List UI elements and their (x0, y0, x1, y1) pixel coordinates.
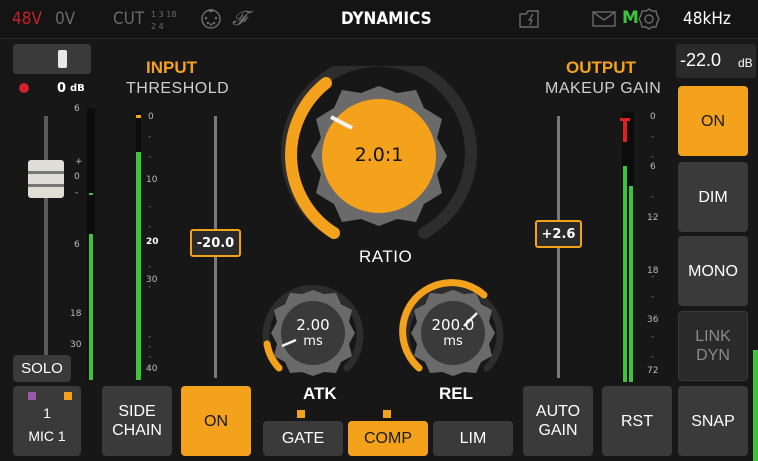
input-subtitle: THRESHOLD (126, 80, 230, 97)
fader-scale-18: 18 (70, 309, 82, 319)
sample-rate: 48kHz (683, 9, 731, 29)
clip-indicator (623, 118, 627, 142)
output-meter (620, 112, 634, 382)
reset-button[interactable]: RST (602, 386, 672, 456)
attack-unit: ms (303, 334, 323, 349)
channel-color-purple (28, 392, 36, 400)
level-value: 0 (57, 81, 67, 96)
output-meter-scale: 0 6 12 18 36 72 -------- (647, 112, 659, 376)
side-level-bar (753, 350, 758, 461)
ratio-knob[interactable]: 2.0:1 (279, 54, 479, 246)
auto-gain-line2: GAIN (538, 422, 578, 439)
source-toggle-icon (58, 50, 67, 68)
release-label: REL (439, 384, 473, 403)
auto-gain-line1: AUTO (535, 403, 581, 420)
attack-knob[interactable]: 2.00 ms (258, 276, 368, 380)
input-title: INPUT (146, 58, 197, 77)
lim-tab[interactable]: LIM (433, 421, 513, 456)
channel-fader-handle[interactable] (28, 160, 64, 198)
output-scale-72: 72 (647, 366, 659, 376)
page-title: DYNAMICS (341, 9, 432, 29)
output-level-unit: dB (738, 56, 753, 70)
channel-name: MIC 1 (28, 428, 66, 444)
channel-meter (87, 108, 95, 380)
snap-button[interactable]: SNAP (678, 386, 748, 456)
output-scale-0: 0 (650, 112, 656, 122)
comp-indicator (383, 410, 391, 418)
threshold-fader-handle[interactable]: -20.0 (190, 229, 241, 257)
cut-freqs-bottom: 2 4 (151, 22, 164, 31)
on-toggle-button[interactable]: ON (678, 86, 748, 156)
output-level-value: -22.0 (680, 50, 722, 70)
ratio-value: 2.0:1 (354, 144, 404, 166)
link-dyn-button[interactable]: LINK DYN (678, 311, 748, 381)
fader-scale-6-top: 6 (74, 104, 80, 114)
settings-gear-icon[interactable] (637, 7, 661, 31)
cut-freqs-top: 1 3 18 (151, 10, 177, 19)
fader-scale-30: 30 (70, 340, 82, 350)
phase-button[interactable]: 0V (55, 9, 75, 29)
filter-f-icon[interactable]: 𝓕 (232, 6, 247, 30)
channel-select-button[interactable]: 1 MIC 1 (13, 386, 81, 456)
output-level-display[interactable]: -22.0 dB (676, 44, 756, 78)
comp-tab[interactable]: COMP (348, 421, 428, 456)
output-title: OUTPUT (566, 58, 636, 77)
input-source-button[interactable] (13, 44, 91, 74)
fader-track (44, 116, 48, 370)
side-chain-line1: SIDE (118, 403, 156, 420)
link-dyn-line1: LINK (695, 328, 731, 345)
midi-connector-icon[interactable] (200, 8, 222, 30)
side-chain-line2: CHAIN (112, 422, 162, 439)
gate-indicator (297, 410, 305, 418)
solo-button[interactable]: SOLO (13, 355, 71, 382)
fader-scale-0: 0 (74, 172, 80, 182)
release-knob[interactable]: 200.0 ms (398, 276, 508, 380)
fader-scale-6: 6 (74, 240, 80, 250)
auto-gain-button[interactable]: AUTO GAIN (523, 386, 593, 456)
cut-button[interactable]: CUT (113, 9, 144, 29)
peak-led (19, 83, 29, 93)
attack-label: ATK (303, 384, 337, 403)
release-unit: ms (443, 334, 463, 349)
input-meter-scale: 0 10 20 30 40 ---------- (146, 112, 159, 374)
makeup-gain-fader-handle[interactable]: +2.6 (535, 220, 582, 248)
link-dyn-line2: DYN (696, 347, 730, 364)
attack-value: 2.00 (296, 316, 330, 334)
gate-tab[interactable]: GATE (263, 421, 343, 456)
fader-scale-minus: - (75, 188, 79, 198)
phantom-power-button[interactable]: 48V (12, 9, 42, 29)
channel-number: 1 (43, 405, 51, 421)
channel-color-orange (64, 392, 72, 400)
recall-icon[interactable] (518, 9, 540, 29)
dynamics-on-button[interactable]: ON (181, 386, 251, 456)
input-scale-0: 0 (148, 112, 154, 122)
fader-scale-plus: + (75, 157, 83, 167)
message-icon[interactable] (592, 11, 616, 27)
input-meter (136, 112, 141, 380)
side-chain-button[interactable]: SIDE CHAIN (102, 386, 172, 456)
output-subtitle: MAKEUP GAIN (545, 80, 662, 97)
mono-button[interactable]: MONO (678, 236, 748, 306)
dim-button[interactable]: DIM (678, 162, 748, 232)
level-unit: dB (70, 83, 85, 94)
release-value: 200.0 (431, 316, 475, 334)
ratio-label: RATIO (359, 247, 413, 266)
